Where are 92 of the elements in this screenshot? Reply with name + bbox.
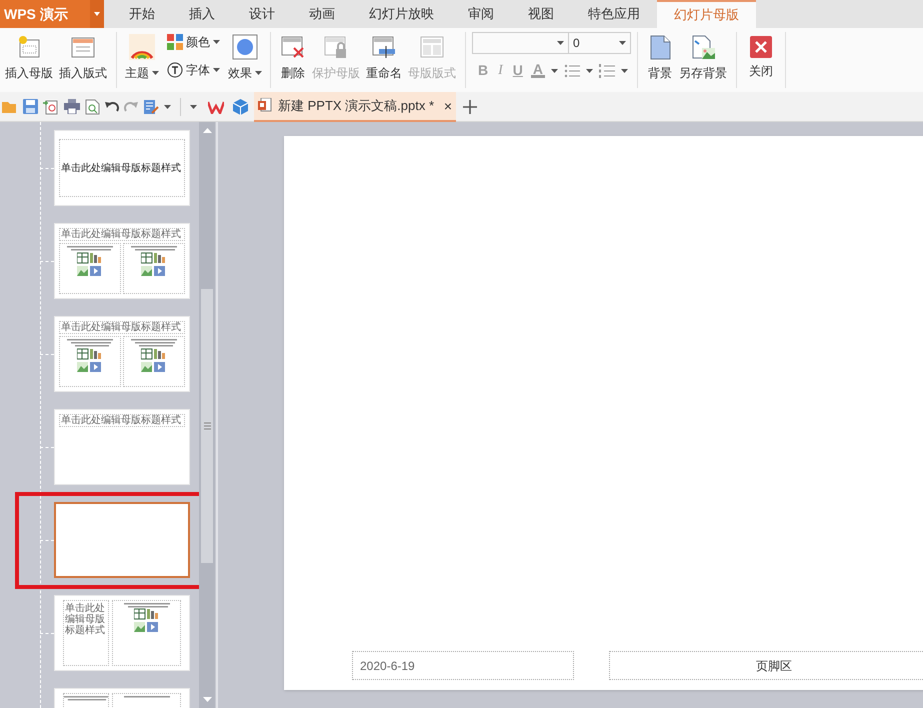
menu-tab[interactable]: 设计 bbox=[232, 0, 292, 28]
color-button[interactable]: 颜色 bbox=[167, 34, 220, 50]
undo-icon bbox=[105, 100, 119, 114]
ribbon-button[interactable]: 背景 bbox=[644, 28, 676, 86]
slide-thumbnail[interactable]: 单击此处编辑母版标题样式 bbox=[54, 223, 190, 299]
thumbnail-title: 单击此处编辑母版标题样式 bbox=[61, 322, 181, 333]
bullet-list-icon bbox=[564, 64, 580, 78]
thumbnail-title: 单击此处编辑母版标题样式 bbox=[61, 415, 181, 426]
menu-tab[interactable]: 开始 bbox=[112, 0, 172, 28]
slide-lock-icon bbox=[323, 34, 349, 60]
slide-layout-icon bbox=[419, 34, 445, 60]
caret-icon bbox=[190, 104, 197, 108]
circled-t-icon bbox=[167, 62, 183, 78]
caret-icon bbox=[621, 68, 628, 72]
caret-icon bbox=[551, 68, 558, 72]
caret-icon bbox=[164, 104, 171, 108]
scrollbar[interactable] bbox=[199, 122, 215, 708]
font-name-field[interactable] bbox=[472, 32, 569, 54]
scroll-up-icon bbox=[202, 128, 212, 133]
redo-icon bbox=[124, 100, 138, 114]
text-lines-drawing bbox=[124, 603, 170, 608]
color-squares-icon bbox=[167, 34, 183, 50]
folder-icon bbox=[2, 100, 18, 114]
numbered-list-icon bbox=[599, 64, 616, 78]
rainbow-icon bbox=[129, 34, 155, 60]
date-placeholder[interactable]: 2020-6-19 bbox=[352, 651, 574, 680]
caret-icon bbox=[94, 12, 100, 16]
slide-rename-icon bbox=[371, 34, 397, 60]
slide-delete-icon bbox=[280, 34, 306, 60]
new-tab-icon[interactable] bbox=[463, 100, 477, 114]
ribbon-button[interactable]: 另存背景 bbox=[676, 28, 730, 86]
document-export-icon bbox=[43, 98, 59, 114]
ribbon-button[interactable]: 删除 bbox=[277, 28, 309, 86]
content-icons-drawing bbox=[141, 348, 167, 374]
text-lines-drawing bbox=[67, 246, 113, 250]
tab-close-button[interactable]: × bbox=[444, 98, 452, 112]
menu-tab[interactable]: 特色应用 bbox=[571, 0, 657, 28]
slide-thumbnail[interactable]: 单击此处编辑母版标题样式 bbox=[54, 130, 190, 206]
text-lines-drawing bbox=[131, 246, 177, 250]
content-icons-drawing bbox=[77, 348, 103, 374]
document-tab[interactable]: 新建 PPTX 演示文稿.pptx * × bbox=[254, 92, 456, 122]
text-lines-drawing bbox=[124, 696, 170, 698]
menu-tab[interactable]: 视图 bbox=[511, 0, 571, 28]
text-lines-drawing bbox=[131, 339, 177, 346]
caret-icon bbox=[213, 40, 220, 44]
grip-icon bbox=[204, 422, 210, 430]
ribbon-button[interactable]: 重命名 bbox=[363, 28, 405, 86]
content-icons-drawing bbox=[77, 252, 103, 278]
slide-thumbnail[interactable] bbox=[54, 502, 190, 578]
caret-icon bbox=[586, 68, 594, 72]
font-button[interactable]: 字体 bbox=[167, 62, 220, 78]
caret-icon bbox=[619, 41, 626, 45]
effect-button[interactable]: 效果 bbox=[228, 66, 262, 80]
thumbnail-title: 单击此处编辑母版标题样式 bbox=[61, 229, 181, 240]
menu-tab[interactable]: 动画 bbox=[292, 0, 352, 28]
caret-icon bbox=[213, 68, 220, 72]
presentation-file-icon bbox=[258, 98, 272, 113]
print-icon bbox=[64, 99, 80, 114]
scroll-down-icon bbox=[202, 697, 212, 702]
ribbon-button[interactable]: 插入版式 bbox=[56, 28, 110, 86]
slide-thumbnail[interactable]: 单击此处编辑母版标题样式 bbox=[54, 595, 190, 671]
menu-tab[interactable]: 插入 bbox=[172, 0, 232, 28]
slide-star-icon bbox=[16, 34, 42, 60]
font-size-field[interactable]: 0 bbox=[569, 32, 631, 54]
wps-logo-icon bbox=[208, 100, 224, 114]
close-icon bbox=[750, 36, 772, 58]
footer-placeholder[interactable]: 页脚区 bbox=[609, 651, 923, 680]
document-edit-icon bbox=[143, 98, 159, 114]
app-name: WPS 演示 bbox=[3, 4, 69, 24]
slide-canvas[interactable]: 2020-6-19 页脚区 bbox=[284, 136, 923, 690]
menu-tab[interactable]: 审阅 bbox=[451, 0, 511, 28]
document-title: 新建 PPTX 演示文稿.pptx * bbox=[278, 96, 436, 115]
thumbnail-title: 单击此处编辑母版标题样式 bbox=[61, 162, 181, 174]
thumbnail-title: 单击此处编辑母版标题样式 bbox=[65, 603, 106, 636]
page-image-icon bbox=[690, 34, 716, 60]
text-lines-drawing bbox=[67, 339, 113, 346]
caret-icon bbox=[557, 41, 564, 45]
caret-icon bbox=[152, 71, 159, 75]
content-icons-drawing bbox=[134, 608, 160, 634]
save-icon bbox=[23, 99, 38, 114]
ribbon-button[interactable]: 插入母版 bbox=[2, 28, 56, 86]
cube-icon bbox=[233, 98, 248, 114]
close-button[interactable]: 关闭 bbox=[743, 28, 779, 86]
menu-tab[interactable]: 幻灯片放映 bbox=[352, 0, 451, 28]
slide-thumbnail[interactable]: 单击此处编辑母版标题样式 bbox=[54, 409, 190, 485]
print-preview-icon bbox=[85, 98, 100, 114]
content-icons-drawing bbox=[141, 252, 167, 278]
scrollbar-thumb[interactable] bbox=[201, 289, 213, 563]
slide-thumbnail[interactable]: 单击此处编辑母版标题样式 bbox=[54, 316, 190, 392]
theme-button[interactable]: 主题 bbox=[125, 66, 159, 80]
text-lines-drawing bbox=[64, 696, 108, 700]
caret-icon bbox=[255, 71, 262, 75]
